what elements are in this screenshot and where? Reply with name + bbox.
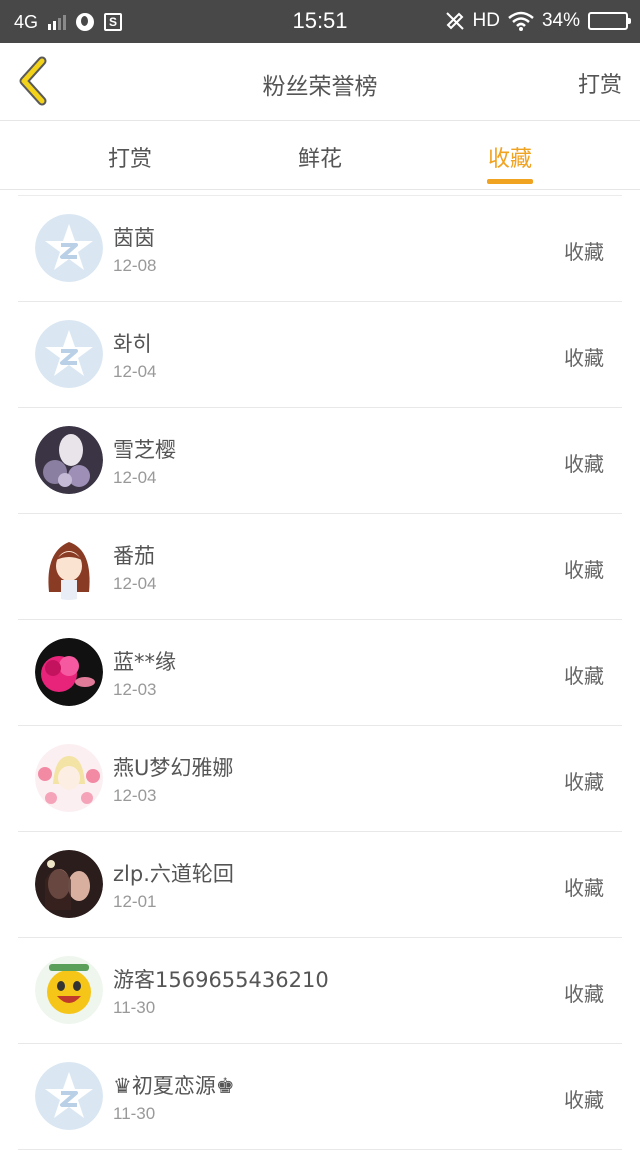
fan-list: 茵茵 12-08 收藏 화히 12-04 收藏 雪芝樱 12-04 收藏 番茄 … xyxy=(18,195,622,1150)
fan-date: 12-04 xyxy=(113,468,157,487)
hd-badge: HD xyxy=(472,10,500,31)
list-item[interactable]: ♛初夏恋源♚ 11-30 收藏 xyxy=(18,1044,622,1150)
list-item[interactable]: 蓝**缘 12-03 收藏 xyxy=(18,620,622,726)
list-item[interactable]: 游客1569655436210 11-30 收藏 xyxy=(18,938,622,1044)
status-bar: 4G S 15:51 HD 34% xyxy=(0,0,640,43)
fan-name: ♛初夏恋源♚ xyxy=(113,1074,235,1098)
fan-name: zlp.六道轮回 xyxy=(113,862,234,886)
list-item[interactable]: 雪芝樱 12-04 收藏 xyxy=(18,408,622,514)
fan-name: 茵茵 xyxy=(113,226,155,250)
active-tab-indicator xyxy=(487,179,533,184)
header-bar: 粉丝荣誉榜 打赏 xyxy=(0,43,640,121)
fan-date: 11-30 xyxy=(113,998,156,1017)
user-avatar xyxy=(35,638,103,706)
battery-percent: 34% xyxy=(541,10,580,31)
tab-reward[interactable]: 打赏 xyxy=(70,141,190,173)
action-label: 收藏 xyxy=(564,240,604,264)
user-avatar xyxy=(35,744,103,812)
fan-name: 蓝**缘 xyxy=(113,650,176,674)
action-label: 收藏 xyxy=(564,1088,604,1112)
user-avatar xyxy=(35,850,103,918)
page-title: 粉丝荣誉榜 xyxy=(262,74,378,100)
list-item[interactable]: zlp.六道轮回 12-01 收藏 xyxy=(18,832,622,938)
default-avatar-icon xyxy=(35,320,103,388)
reward-button[interactable]: 打赏 xyxy=(578,67,622,99)
fan-date: 11-30 xyxy=(113,1104,156,1123)
fan-date: 12-03 xyxy=(113,680,157,699)
action-label: 收藏 xyxy=(564,982,604,1006)
default-avatar-icon xyxy=(35,1062,103,1130)
status-right: HD 34% xyxy=(445,8,631,34)
list-item[interactable]: 화히 12-04 收藏 xyxy=(18,302,622,408)
fan-date: 12-01 xyxy=(113,892,157,911)
fan-name: 雪芝樱 xyxy=(113,438,176,462)
fan-date: 12-04 xyxy=(113,362,157,381)
action-label: 收藏 xyxy=(564,452,604,476)
action-label: 收藏 xyxy=(564,664,604,688)
fan-name: 燕U梦幻雅娜 xyxy=(113,756,234,780)
action-label: 收藏 xyxy=(564,558,604,582)
fan-name: 화히 xyxy=(113,332,152,356)
user-avatar xyxy=(35,532,103,600)
fan-date: 12-04 xyxy=(113,574,157,593)
tab-favorites[interactable]: 收藏 xyxy=(450,141,570,173)
fan-name: 游客1569655436210 xyxy=(113,968,329,992)
action-label: 收藏 xyxy=(564,770,604,794)
fan-name: 番茄 xyxy=(113,544,155,568)
action-label: 收藏 xyxy=(564,346,604,370)
tab-flowers[interactable]: 鲜花 xyxy=(260,141,380,173)
smiley-avatar-icon xyxy=(35,956,103,1024)
fan-date: 12-08 xyxy=(113,256,157,275)
list-item[interactable]: 茵茵 12-08 收藏 xyxy=(18,196,622,302)
fan-date: 12-03 xyxy=(113,786,157,805)
battery-icon xyxy=(588,12,631,30)
wifi-icon xyxy=(508,11,534,31)
user-avatar xyxy=(35,426,103,494)
list-item[interactable]: 番茄 12-04 收藏 xyxy=(18,514,622,620)
action-label: 收藏 xyxy=(564,876,604,900)
tab-bar: 打赏 鲜花 收藏 xyxy=(0,121,640,190)
mute-icon xyxy=(445,12,464,30)
list-item[interactable]: 燕U梦幻雅娜 12-03 收藏 xyxy=(18,726,622,832)
default-avatar-icon xyxy=(35,214,103,282)
